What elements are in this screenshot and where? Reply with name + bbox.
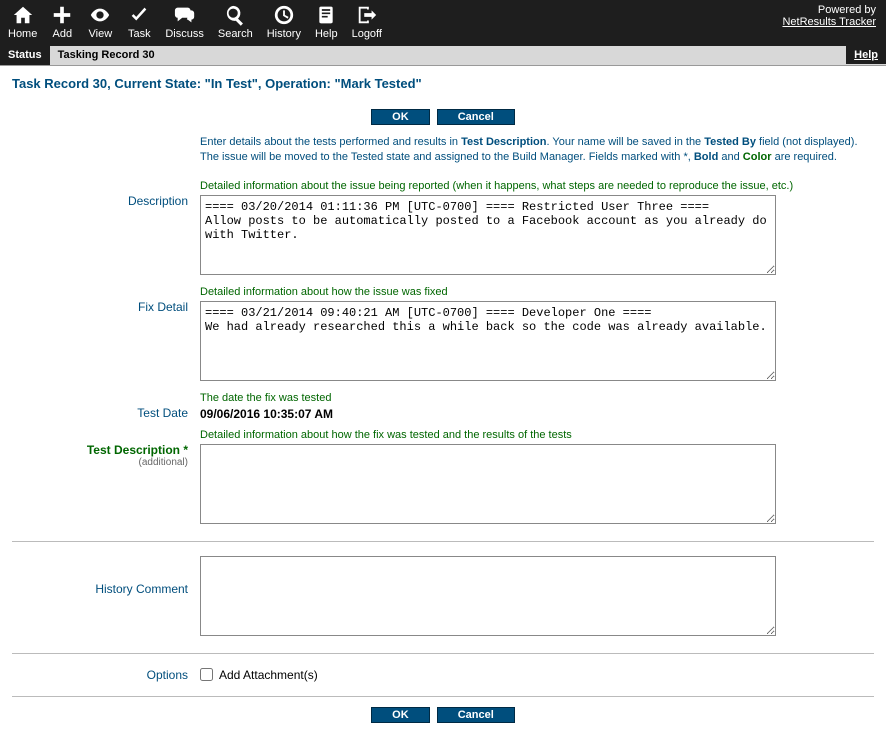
toolbar-view[interactable]: View xyxy=(87,3,113,40)
toolbar-home[interactable]: Home xyxy=(8,3,37,40)
tasking-record-label: Tasking Record 30 xyxy=(50,46,163,65)
plus-icon xyxy=(51,3,73,27)
toolbar-task[interactable]: Task xyxy=(127,3,151,40)
toolbar-logoff[interactable]: Logoff xyxy=(352,3,382,40)
toolbar-logoff-label: Logoff xyxy=(352,28,382,40)
test-description-label: Test Description * (additional) xyxy=(12,425,194,531)
book-icon xyxy=(316,3,336,27)
toolbar-history[interactable]: History xyxy=(267,3,301,40)
toolbar-view-label: View xyxy=(89,28,113,40)
add-attachments-row: Add Attachment(s) xyxy=(200,668,868,682)
main-toolbar: Home Add View Task Discuss Search Histor… xyxy=(0,0,886,46)
status-tab[interactable]: Status xyxy=(0,46,50,65)
toolbar-history-label: History xyxy=(267,28,301,40)
ok-button-top[interactable]: OK xyxy=(371,109,430,125)
toolbar-search-label: Search xyxy=(218,28,253,40)
test-date-value: 09/06/2016 10:35:07 AM xyxy=(200,407,333,421)
options-table: Options Add Attachment(s) xyxy=(12,664,874,686)
add-attachments-checkbox[interactable] xyxy=(200,668,213,681)
description-label: Description xyxy=(12,176,194,282)
logoff-icon xyxy=(355,3,379,27)
description-hint: Detailed information about the issue bei… xyxy=(200,180,868,192)
separator-2 xyxy=(12,653,874,654)
add-attachments-label: Add Attachment(s) xyxy=(219,668,318,682)
discuss-icon xyxy=(172,3,198,27)
test-date-label: Test Date xyxy=(12,388,194,425)
toolbar-discuss-label: Discuss xyxy=(165,28,204,40)
search-icon xyxy=(224,3,246,27)
test-description-hint: Detailed information about how the fix w… xyxy=(200,429,868,441)
description-textarea[interactable] xyxy=(200,195,776,275)
powered-prefix: Powered by xyxy=(818,4,876,16)
powered-link[interactable]: NetResults Tracker xyxy=(782,16,876,28)
toolbar-add-label: Add xyxy=(53,28,73,40)
toolbar-search[interactable]: Search xyxy=(218,3,253,40)
bottom-button-row: OK Cancel xyxy=(12,707,874,723)
toolbar-add[interactable]: Add xyxy=(51,3,73,40)
sub-toolbar: Status Tasking Record 30 Help xyxy=(0,46,886,66)
intro-text: Enter details about the tests performed … xyxy=(12,135,874,166)
toolbar-discuss[interactable]: Discuss xyxy=(165,3,204,40)
toolbar-help[interactable]: Help xyxy=(315,3,338,40)
powered-by: Powered by NetResults Tracker xyxy=(782,4,876,28)
test-description-textarea[interactable] xyxy=(200,444,776,524)
eye-icon xyxy=(87,3,113,27)
fix-detail-label: Fix Detail xyxy=(12,282,194,388)
subbar-help-link[interactable]: Help xyxy=(846,46,886,64)
toolbar-home-label: Home xyxy=(8,28,37,40)
cancel-button-top[interactable]: Cancel xyxy=(437,109,515,125)
history-comment-textarea[interactable] xyxy=(200,556,776,636)
history-comment-label: History Comment xyxy=(12,552,194,643)
history-table: History Comment xyxy=(12,552,874,643)
test-date-hint: The date the fix was tested xyxy=(200,392,868,404)
home-icon xyxy=(11,3,35,27)
separator-3 xyxy=(12,696,874,697)
fix-detail-hint: Detailed information about how the issue… xyxy=(200,286,868,298)
content-area: Task Record 30, Current State: "In Test"… xyxy=(0,66,886,740)
options-label: Options xyxy=(12,664,194,686)
ok-button-bottom[interactable]: OK xyxy=(371,707,430,723)
cancel-button-bottom[interactable]: Cancel xyxy=(437,707,515,723)
page-title: Task Record 30, Current State: "In Test"… xyxy=(12,76,874,91)
top-button-row: OK Cancel xyxy=(12,109,874,125)
clock-icon xyxy=(273,3,295,27)
separator xyxy=(12,541,874,542)
toolbar-help-label: Help xyxy=(315,28,338,40)
form-table: Description Detailed information about t… xyxy=(12,176,874,531)
checkmark-icon xyxy=(127,3,151,27)
fix-detail-textarea[interactable] xyxy=(200,301,776,381)
toolbar-task-label: Task xyxy=(128,28,151,40)
